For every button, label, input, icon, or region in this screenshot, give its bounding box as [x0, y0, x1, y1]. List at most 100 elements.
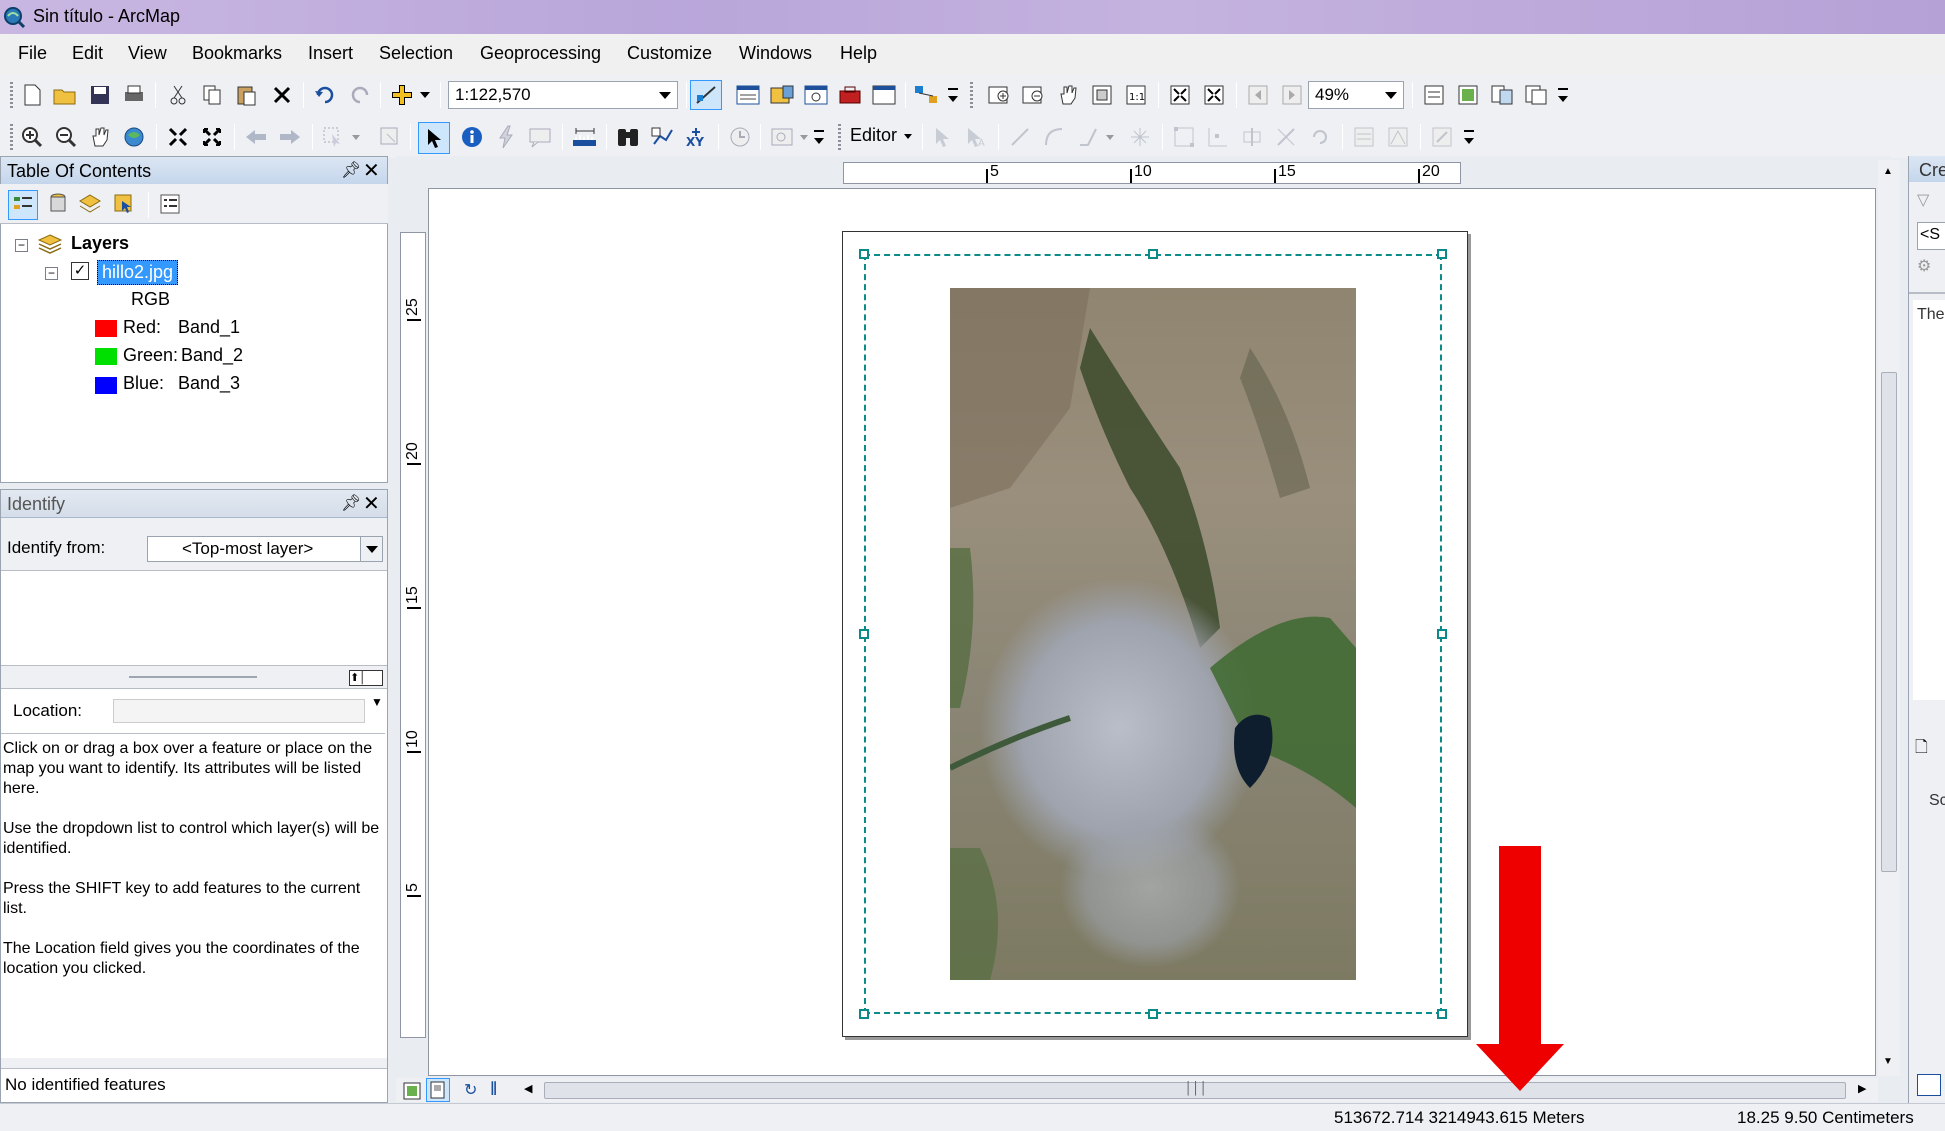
pane-toggle-icon[interactable]: ⬆︎│	[349, 670, 383, 686]
location-options-icon[interactable]: ▼	[371, 695, 383, 709]
focus-data-frame-icon[interactable]	[1456, 83, 1480, 107]
search-window-icon[interactable]	[804, 83, 828, 107]
add-data-icon[interactable]	[390, 83, 414, 107]
vertical-scrollbar[interactable]: ▲ ▼	[1878, 160, 1900, 1076]
go-to-xy-icon[interactable]: XY	[684, 125, 708, 149]
collapse-layers-icon[interactable]: −	[15, 239, 28, 252]
list-by-visibility-icon[interactable]	[78, 192, 102, 216]
change-layout-icon[interactable]	[1490, 83, 1514, 107]
select-elements-arrow-icon[interactable]	[418, 122, 450, 154]
print-icon[interactable]	[122, 83, 146, 107]
resize-handle[interactable]	[859, 249, 869, 259]
layout-view-icon[interactable]	[426, 1078, 450, 1102]
scroll-left-icon[interactable]: ◀	[524, 1082, 532, 1095]
copy-icon[interactable]	[200, 83, 224, 107]
layout-canvas[interactable]	[428, 188, 1876, 1076]
full-extent-icon[interactable]	[122, 125, 146, 149]
menu-insert[interactable]: Insert	[308, 43, 353, 64]
toc-options-icon[interactable]	[158, 192, 182, 216]
template-search-box[interactable]: <S	[1917, 222, 1945, 250]
resize-handle[interactable]	[859, 1009, 869, 1019]
list-by-source-icon[interactable]	[46, 192, 70, 216]
save-icon[interactable]	[88, 83, 112, 107]
scroll-right-icon[interactable]: ▶	[1858, 1082, 1866, 1095]
template-list[interactable]: The	[1913, 300, 1945, 700]
menu-selection[interactable]: Selection	[379, 43, 453, 64]
chevron-down-icon[interactable]	[659, 92, 671, 99]
resize-handle[interactable]	[1148, 249, 1158, 259]
filter-icon[interactable]: ▽	[1917, 190, 1943, 214]
menu-customize[interactable]: Customize	[627, 43, 712, 64]
open-folder-icon[interactable]	[53, 83, 77, 107]
identify-from-select[interactable]: <Top-most layer>	[147, 536, 383, 562]
zoom-whole-page-icon[interactable]	[1090, 83, 1114, 107]
menu-geoprocessing[interactable]: Geoprocessing	[480, 43, 601, 64]
pause-drawing-icon[interactable]: ∥	[490, 1079, 497, 1096]
resize-handle[interactable]	[1437, 249, 1447, 259]
measure-icon[interactable]	[572, 125, 596, 149]
arctoolbox-icon[interactable]	[838, 83, 862, 107]
find-route-icon[interactable]	[650, 125, 674, 149]
layer-name[interactable]: hillo2.jpg	[97, 260, 179, 285]
menu-bookmarks[interactable]: Bookmarks	[192, 43, 282, 64]
data-driven-pages-icon[interactable]	[1524, 83, 1548, 107]
layout-zoom-out-icon[interactable]	[1022, 83, 1046, 107]
resize-handle[interactable]	[1437, 629, 1447, 639]
resize-handle[interactable]	[1437, 1009, 1447, 1019]
menu-view[interactable]: View	[128, 43, 167, 64]
toolbar-options-icon[interactable]	[1462, 125, 1476, 149]
layout-pan-icon[interactable]	[1056, 83, 1080, 107]
find-binoculars-icon[interactable]	[616, 125, 640, 149]
template-options-icon[interactable]: ⚙︎	[1917, 256, 1931, 276]
add-data-dropdown-icon[interactable]	[418, 83, 432, 107]
menu-file[interactable]: File	[18, 43, 47, 64]
identify-results-tree[interactable]	[1, 570, 387, 666]
horizontal-scroll-thumb[interactable]: │││	[544, 1081, 1846, 1099]
scroll-down-icon[interactable]: ▼	[1883, 1056, 1893, 1067]
list-by-drawing-order-icon[interactable]	[8, 190, 38, 220]
catalog-window-icon[interactable]	[770, 83, 794, 107]
cut-icon[interactable]	[166, 83, 190, 107]
fixed-zoom-out-map-icon[interactable]	[200, 125, 224, 149]
layout-zoom-in-icon[interactable]	[988, 83, 1012, 107]
toolbar-options-icon[interactable]	[812, 125, 826, 149]
collapse-layer-icon[interactable]: −	[45, 267, 58, 280]
editor-toolbar-toggle-icon[interactable]	[690, 80, 722, 110]
model-builder-icon[interactable]	[914, 83, 938, 107]
python-window-icon[interactable]	[872, 83, 896, 107]
fixed-zoom-in-map-icon[interactable]	[166, 125, 190, 149]
close-icon[interactable]: ✕	[363, 158, 380, 183]
location-field[interactable]	[113, 699, 365, 723]
resize-handle[interactable]	[1148, 1009, 1158, 1019]
splitter-handle[interactable]	[129, 676, 257, 678]
layout-zoom-combo[interactable]: 49%	[1308, 81, 1404, 109]
zoom-100-percent-icon[interactable]: 1:1	[1124, 83, 1148, 107]
refresh-icon[interactable]: ↻	[464, 1080, 477, 1100]
menu-edit[interactable]: Edit	[72, 43, 103, 64]
zoom-in-icon[interactable]	[20, 125, 44, 149]
undo-icon[interactable]	[313, 83, 337, 107]
close-icon[interactable]: ✕	[363, 491, 380, 516]
resize-handle[interactable]	[859, 629, 869, 639]
toggle-draft-mode-icon[interactable]	[1422, 83, 1446, 107]
fixed-zoom-in-icon[interactable]	[1168, 83, 1192, 107]
menu-help[interactable]: Help	[840, 43, 877, 64]
map-scale-combo[interactable]: 1:122,570	[448, 81, 678, 109]
pin-icon[interactable]: 📌︎	[341, 160, 361, 180]
pin-icon[interactable]: 📌︎	[341, 493, 361, 513]
layer-visibility-checkbox[interactable]: ✓	[71, 262, 89, 280]
identify-dropdown-button[interactable]	[360, 537, 382, 561]
horizontal-ruler[interactable]: 5 10 15 20	[843, 162, 1461, 184]
table-of-contents-window-icon[interactable]	[736, 83, 760, 107]
paste-icon[interactable]	[234, 83, 258, 107]
list-by-selection-icon[interactable]	[112, 192, 136, 216]
editor-menu[interactable]: Editor	[850, 125, 913, 146]
construction-tools-icon[interactable]: 🗋︎	[1915, 736, 1935, 758]
menu-windows[interactable]: Windows	[739, 43, 812, 64]
identify-icon[interactable]	[460, 125, 484, 149]
vertical-scroll-thumb[interactable]	[1881, 372, 1897, 872]
toolbar-grip[interactable]	[10, 82, 13, 108]
vertical-ruler[interactable]: 25 20 15 10 5	[400, 232, 426, 1038]
pan-icon[interactable]	[88, 125, 112, 149]
data-view-icon[interactable]	[400, 1079, 424, 1103]
